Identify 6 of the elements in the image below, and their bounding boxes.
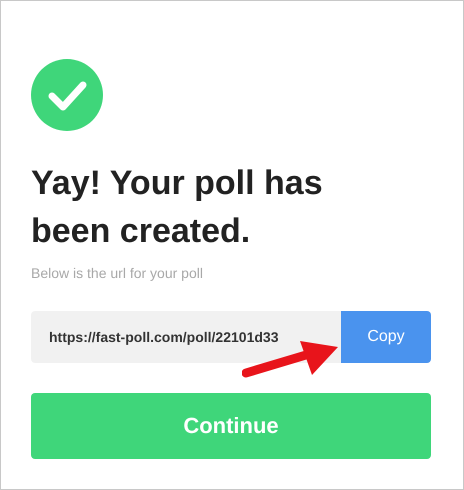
continue-button[interactable]: Continue: [31, 393, 431, 459]
check-icon: [31, 59, 103, 131]
heading: Yay! Your poll has been created.: [31, 163, 324, 252]
subtitle: Below is the url for your poll: [31, 265, 204, 281]
url-field[interactable]: https://fast-poll.com/poll/22101d33: [31, 311, 341, 363]
copy-button[interactable]: Copy: [341, 311, 431, 363]
